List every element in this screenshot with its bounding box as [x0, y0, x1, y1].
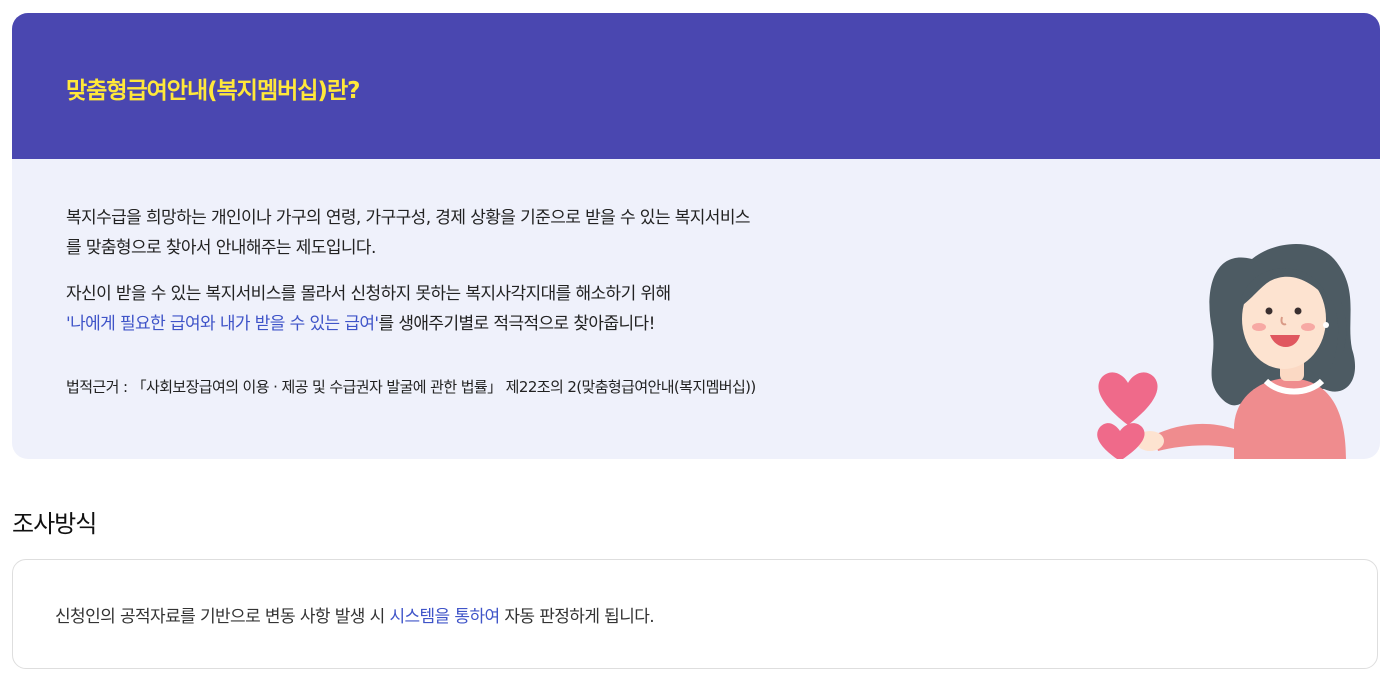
woman-holding-hearts-illustration	[1097, 243, 1356, 459]
method-box: 신청인의 공적자료를 기반으로 변동 사항 발생 시 시스템을 통하여 자동 판…	[12, 559, 1378, 669]
section-title-method: 조사방식	[12, 510, 97, 538]
intro-title: 맞춤형급여안내(복지멤버십)란?	[66, 78, 360, 104]
method-text-before: 신청인의 공적자료를 기반으로 변동 사항 발생 시	[55, 607, 390, 627]
legal-basis: 법적근거 : 「사회보장급여의 이용 · 제공 및 수급권자 발굴에 관한 법률…	[66, 378, 756, 396]
intro-paragraph-1-line-2: 를 맞춤형으로 찾아서 안내해주는 제도입니다.	[66, 238, 376, 258]
method-text: 신청인의 공적자료를 기반으로 변동 사항 발생 시 시스템을 통하여 자동 판…	[55, 602, 655, 627]
intro-paragraph-1: 복지수급을 희망하는 개인이나 가구의 연령, 가구구성, 경제 상황을 기준으…	[66, 203, 926, 263]
intro-paragraph-2-rest: 를 생애주기별로 적극적으로 찾아줍니다!	[378, 314, 656, 334]
intro-paragraph-2-highlight: '나에게 필요한 급여와 내가 받을 수 있는 급여'	[66, 314, 379, 334]
method-text-highlight: 시스템을 통하여	[389, 607, 500, 627]
intro-header: 맞춤형급여안내(복지멤버십)란?	[12, 13, 1380, 159]
method-text-after: 자동 판정하게 됩니다.	[499, 607, 655, 627]
intro-body: 복지수급을 희망하는 개인이나 가구의 연령, 가구구성, 경제 상황을 기준으…	[66, 203, 926, 399]
intro-paragraph-1-line-1: 복지수급을 희망하는 개인이나 가구의 연령, 가구구성, 경제 상황을 기준으…	[66, 208, 751, 228]
intro-paragraph-2-line-1: 자신이 받을 수 있는 복지서비스를 몰라서 신청하지 못하는 복지사각지대를 …	[66, 284, 671, 304]
intro-paragraph-2: 자신이 받을 수 있는 복지서비스를 몰라서 신청하지 못하는 복지사각지대를 …	[66, 279, 926, 339]
intro-card: 맞춤형급여안내(복지멤버십)란? 복지수급을 희망하는 개인이나 가구의 연령,…	[12, 13, 1380, 459]
